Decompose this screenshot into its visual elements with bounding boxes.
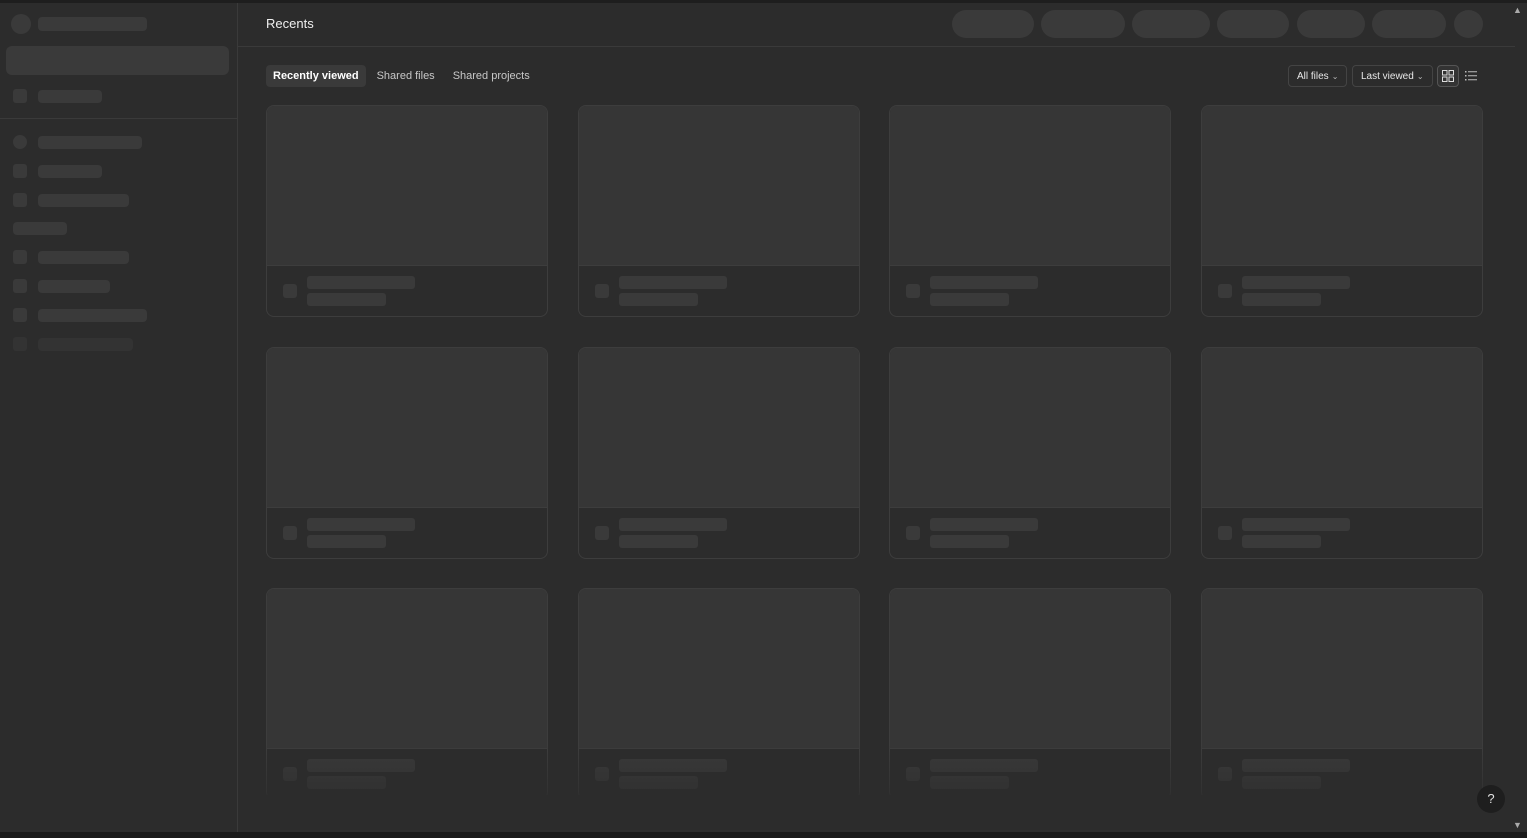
file-card-skeleton[interactable] <box>266 347 548 559</box>
tab-shared-files[interactable]: Shared files <box>370 65 442 87</box>
file-card-skeleton[interactable] <box>578 105 860 317</box>
file-thumbnail <box>1202 106 1482 266</box>
file-name-skeleton <box>307 276 415 289</box>
file-card-skeleton[interactable] <box>889 105 1171 317</box>
sidebar-item-skeleton <box>38 136 142 149</box>
sidebar-item-skeleton <box>13 308 27 322</box>
avatar-skeleton[interactable] <box>1454 10 1483 38</box>
sidebar-item-skeleton <box>38 309 147 322</box>
file-thumbnail <box>1202 589 1482 749</box>
file-card-skeleton[interactable] <box>266 105 548 317</box>
sidebar-item-skeleton <box>13 135 27 149</box>
bottom-edge <box>0 832 1527 838</box>
file-type-icon <box>1218 284 1232 298</box>
sidebar-item-skeleton <box>13 89 27 103</box>
top-header: Recents <box>238 3 1515 47</box>
sidebar-avatar-skeleton <box>11 14 31 34</box>
file-type-icon <box>906 284 920 298</box>
file-meta-skeleton <box>930 293 1009 306</box>
sidebar-item-skeleton <box>38 194 129 207</box>
header-button-skeleton[interactable] <box>952 10 1034 38</box>
header-button-skeleton[interactable] <box>1297 10 1365 38</box>
file-name-skeleton <box>1242 518 1350 531</box>
sort-dropdown[interactable]: Last viewed ⌄ <box>1352 65 1433 87</box>
page-title: Recents <box>266 16 314 31</box>
file-meta-skeleton <box>619 535 698 548</box>
file-tabs: Recently viewed Shared files Shared proj… <box>266 65 537 87</box>
file-thumbnail <box>579 589 859 749</box>
sidebar-item-skeleton <box>38 165 102 178</box>
sidebar <box>0 3 238 836</box>
file-thumbnail <box>579 348 859 508</box>
grid-view-button[interactable] <box>1437 65 1459 87</box>
file-type-filter[interactable]: All files ⌄ <box>1288 65 1348 87</box>
file-thumbnail <box>267 348 547 508</box>
header-button-skeleton[interactable] <box>1041 10 1125 38</box>
tab-shared-projects[interactable]: Shared projects <box>446 65 537 87</box>
scroll-down-arrow-icon[interactable]: ▼ <box>1513 820 1522 830</box>
file-name-skeleton <box>930 276 1038 289</box>
sidebar-item-skeleton <box>13 250 27 264</box>
file-grid <box>266 105 1483 795</box>
file-meta-skeleton <box>1242 535 1321 548</box>
file-meta-skeleton <box>307 293 386 306</box>
list-icon <box>1465 71 1477 81</box>
sidebar-section-skeleton <box>13 222 67 235</box>
scroll-fade <box>266 745 1483 795</box>
header-button-skeleton[interactable] <box>1217 10 1289 38</box>
sidebar-item-skeleton <box>38 90 102 103</box>
file-type-icon <box>283 284 297 298</box>
list-view-button[interactable] <box>1460 65 1482 87</box>
sidebar-divider <box>0 118 237 119</box>
file-thumbnail <box>890 348 1170 508</box>
file-type-icon <box>283 526 297 540</box>
file-meta-skeleton <box>307 535 386 548</box>
file-name-skeleton <box>619 276 727 289</box>
file-meta-skeleton <box>1242 293 1321 306</box>
file-name-skeleton <box>1242 276 1350 289</box>
file-card-skeleton[interactable] <box>1201 347 1483 559</box>
file-name-skeleton <box>930 518 1038 531</box>
file-thumbnail <box>579 106 859 266</box>
file-type-icon <box>906 526 920 540</box>
sidebar-item-skeleton <box>13 193 27 207</box>
file-thumbnail <box>267 106 547 266</box>
file-meta-skeleton <box>619 293 698 306</box>
file-thumbnail <box>890 106 1170 266</box>
sidebar-item-skeleton <box>38 251 129 264</box>
help-button[interactable]: ? <box>1477 785 1505 813</box>
file-meta-skeleton <box>930 535 1009 548</box>
file-thumbnail <box>890 589 1170 749</box>
file-card-skeleton[interactable] <box>889 347 1171 559</box>
chevron-down-icon: ⌄ <box>1416 72 1424 81</box>
file-type-icon <box>1218 526 1232 540</box>
file-card-skeleton[interactable] <box>1201 105 1483 317</box>
sidebar-item-skeleton <box>38 338 133 351</box>
file-name-skeleton <box>307 518 415 531</box>
sidebar-account-skeleton <box>38 17 147 31</box>
file-type-icon <box>595 284 609 298</box>
sidebar-item-skeleton <box>38 280 110 293</box>
file-type-filter-label: All files <box>1297 71 1329 82</box>
file-type-icon <box>595 526 609 540</box>
file-thumbnail <box>1202 348 1482 508</box>
file-name-skeleton <box>619 518 727 531</box>
sidebar-search-skeleton <box>6 46 229 75</box>
file-card-skeleton[interactable] <box>578 347 860 559</box>
sort-dropdown-label: Last viewed <box>1361 71 1414 82</box>
file-thumbnail <box>267 589 547 749</box>
header-button-skeleton[interactable] <box>1372 10 1446 38</box>
chevron-down-icon: ⌄ <box>1331 72 1339 81</box>
main-content: Recents Recently viewed Shared files Sha… <box>238 3 1515 836</box>
sidebar-item-skeleton <box>13 337 27 351</box>
tab-recently-viewed[interactable]: Recently viewed <box>266 65 366 87</box>
sidebar-item-skeleton <box>13 164 27 178</box>
sidebar-item-skeleton <box>13 279 27 293</box>
scroll-up-arrow-icon[interactable]: ▲ <box>1513 5 1522 15</box>
header-button-skeleton[interactable] <box>1132 10 1210 38</box>
grid-icon <box>1442 70 1454 82</box>
